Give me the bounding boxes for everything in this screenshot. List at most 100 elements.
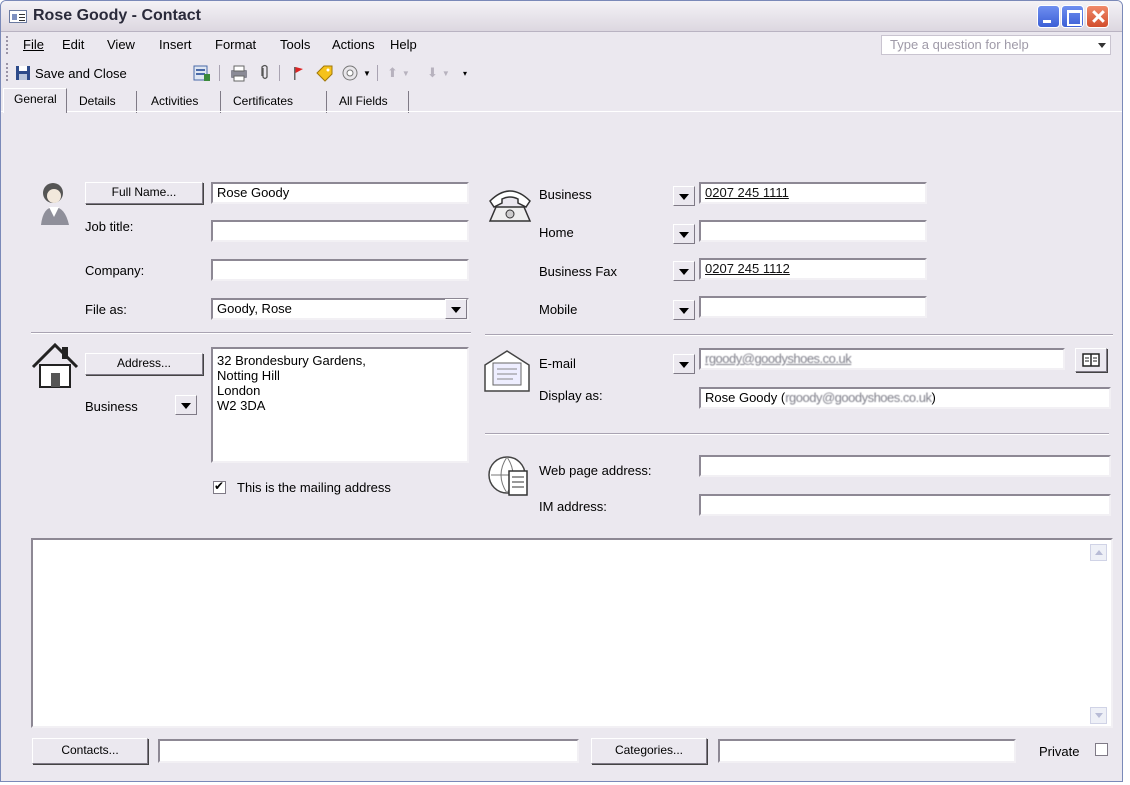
close-button[interactable]: [1086, 5, 1109, 28]
printer-icon: [231, 65, 247, 82]
private-checkbox[interactable]: [1095, 743, 1108, 756]
scroll-up-button[interactable]: [1090, 544, 1107, 561]
contacts-button[interactable]: Contacts...: [32, 738, 148, 764]
save-and-new-button[interactable]: [193, 63, 211, 83]
tab-general[interactable]: General: [3, 88, 67, 113]
full-name-button[interactable]: Full Name...: [85, 182, 203, 204]
file-as-dropdown-button[interactable]: [445, 299, 467, 319]
phone-label-home: Home: [539, 225, 574, 240]
toolbar: Save and Close ▼ ⬆ ▼ ⬇ ▼ ▾: [1, 59, 1122, 87]
display-as-label: Display as:: [539, 388, 603, 403]
mailing-address-label: This is the mailing address: [237, 480, 391, 495]
categorize-button[interactable]: [315, 63, 335, 83]
phone-type-dropdown-button[interactable]: [673, 261, 695, 281]
tab-certificates[interactable]: Certificates: [223, 91, 327, 113]
follow-up-button[interactable]: [291, 63, 305, 83]
menu-grip[interactable]: [6, 36, 8, 54]
paperclip-icon: [261, 64, 268, 80]
person-icon: [41, 183, 69, 225]
call-button[interactable]: ▼: [341, 63, 371, 83]
business-phone-value: 0207 245 1111: [705, 185, 789, 200]
menu-help[interactable]: Help: [390, 37, 417, 52]
mobile-phone-field[interactable]: [699, 296, 927, 318]
chevron-down-icon[interactable]: ▼: [402, 69, 410, 78]
display-as-email: rgoody@goodyshoes.co.uk: [785, 390, 932, 405]
notes-scrollbar[interactable]: [1090, 544, 1107, 724]
down-arrow-icon: ⬇: [427, 65, 438, 80]
business-fax-value: 0207 245 1112: [705, 261, 790, 276]
chevron-down-icon[interactable]: ▼: [442, 69, 450, 78]
notes-textarea[interactable]: [31, 538, 1113, 728]
email-envelope-icon: [484, 350, 530, 392]
file-as-value: Goody, Rose: [217, 301, 292, 316]
print-button[interactable]: [229, 63, 249, 83]
next-item-button[interactable]: ⬇ ▼: [427, 63, 450, 83]
menu-actions[interactable]: Actions: [332, 37, 375, 52]
save-icon: [16, 66, 30, 80]
business-fax-field[interactable]: 0207 245 1112: [699, 258, 927, 280]
address-button[interactable]: Address...: [85, 353, 203, 375]
email-type-dropdown-button[interactable]: [673, 354, 695, 374]
business-phone-field[interactable]: 0207 245 1111: [699, 182, 927, 204]
menu-view[interactable]: View: [107, 37, 135, 52]
menu-insert[interactable]: Insert: [159, 37, 192, 52]
menu-format[interactable]: Format: [215, 37, 256, 52]
divider: [485, 433, 1109, 434]
phone-type-dropdown-button[interactable]: [673, 300, 695, 320]
toolbar-grip[interactable]: [6, 63, 8, 83]
phone-label-mobile: Mobile: [539, 302, 578, 317]
house-icon: [31, 342, 79, 388]
menu-file[interactable]: File: [23, 37, 44, 52]
phone-type-dropdown-button[interactable]: [673, 186, 695, 206]
toolbar-separator: [377, 65, 378, 81]
previous-item-button[interactable]: ⬆ ▼: [387, 63, 410, 83]
phone-label-business-fax: Business Fax: [539, 264, 618, 279]
address-type-dropdown-button[interactable]: [175, 395, 197, 415]
tab-all-fields[interactable]: All Fields: [329, 91, 409, 113]
job-title-label: Job title:: [85, 219, 134, 234]
chevron-down-icon[interactable]: ▼: [363, 69, 371, 78]
divider: [485, 334, 1113, 335]
save-and-close-button[interactable]: Save and Close: [15, 63, 127, 83]
menu-tools[interactable]: Tools: [280, 37, 310, 52]
im-address-field[interactable]: [699, 494, 1111, 516]
display-as-field[interactable]: Rose Goody (rgoody@goodyshoes.co.uk): [699, 387, 1111, 409]
phone-label-business: Business: [539, 187, 592, 202]
tab-details[interactable]: Details: [69, 91, 137, 113]
web-page-icon: [488, 456, 528, 496]
up-arrow-icon: ⬆: [387, 65, 398, 80]
tab-activities[interactable]: Activities: [141, 91, 221, 113]
web-page-field[interactable]: [699, 455, 1111, 477]
categories-button[interactable]: Categories...: [591, 738, 707, 764]
menu-edit[interactable]: Edit: [62, 37, 84, 52]
chevron-down-icon[interactable]: [1098, 43, 1106, 48]
contact-card-icon: [9, 10, 27, 23]
company-field[interactable]: [211, 259, 469, 281]
contacts-field[interactable]: [158, 739, 579, 763]
categories-field[interactable]: [718, 739, 1016, 763]
email-value: rgoody@goodyshoes.co.uk: [705, 351, 852, 366]
scroll-down-button[interactable]: [1090, 707, 1107, 724]
minimize-button[interactable]: [1037, 5, 1060, 28]
attach-button[interactable]: [259, 63, 271, 83]
mailing-address-checkbox[interactable]: [213, 479, 226, 494]
help-placeholder: Type a question for help: [890, 37, 1029, 52]
home-phone-field[interactable]: [699, 220, 927, 242]
full-name-field[interactable]: Rose Goody: [211, 182, 469, 204]
chevron-down-icon: ▾: [463, 68, 468, 78]
flag-icon: [294, 67, 303, 80]
phone-type-dropdown-button[interactable]: [673, 224, 695, 244]
toolbar-options-button[interactable]: ▾: [463, 63, 467, 83]
maximize-button[interactable]: [1061, 5, 1084, 28]
job-title-field[interactable]: [211, 220, 469, 242]
title-bar[interactable]: Rose Goody - Contact: [1, 1, 1122, 32]
file-as-select[interactable]: Goody, Rose: [211, 298, 469, 320]
email-field[interactable]: rgoody@goodyshoes.co.uk: [699, 348, 1065, 370]
window-title: Rose Goody - Contact: [33, 7, 202, 24]
tab-strip: General Details Activities Certificates …: [1, 87, 1122, 113]
address-book-button[interactable]: [1075, 348, 1107, 372]
tag-icon: [316, 65, 333, 82]
help-search-input[interactable]: Type a question for help: [881, 35, 1111, 55]
address-field[interactable]: 32 Brondesbury Gardens, Notting Hill Lon…: [211, 347, 469, 463]
save-and-close-label: Save and Close: [35, 65, 127, 81]
